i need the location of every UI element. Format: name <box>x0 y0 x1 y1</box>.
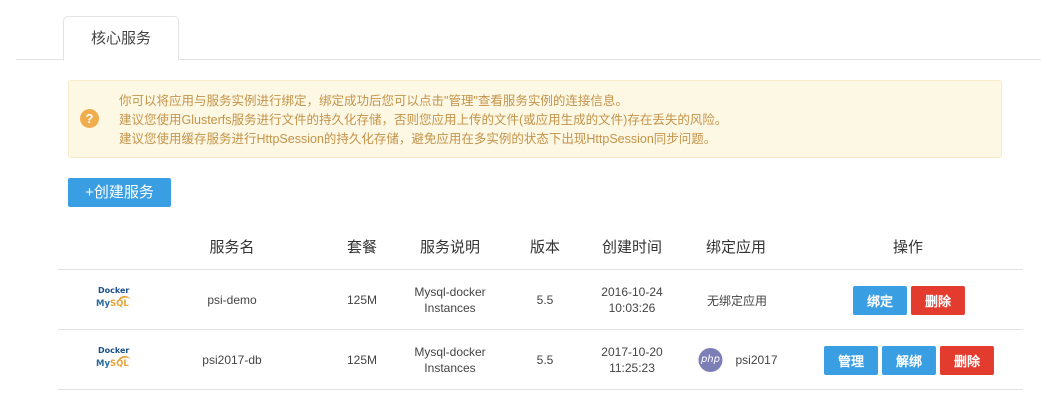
service-version: 5.5 <box>536 293 554 307</box>
service-created-time: 2017-10-20 11:25:23 <box>601 345 663 375</box>
docker-mysql-logo: Docker MySQL <box>93 284 135 316</box>
docker-mysql-logo: Docker MySQL <box>93 344 135 376</box>
service-plan: 125M <box>346 293 378 307</box>
notice-line-1: 你可以将应用与服务实例进行绑定，绑定成功后您可以点击"管理"查看服务实例的连接信… <box>119 94 628 108</box>
table-row: Docker MySQL psi2017-db 125M Mysql-docke… <box>58 330 1023 390</box>
create-service-button[interactable]: +创建服务 <box>68 178 171 207</box>
notice-line-3: 建议您使用缓存服务进行HttpSession的持久化存储，避免应用在多实例的状态… <box>119 132 717 146</box>
question-circle-icon: ? <box>80 109 99 128</box>
delete-button[interactable]: 删除 <box>911 285 966 315</box>
row-actions: 管理 解绑 删除 <box>822 330 996 390</box>
service-name: psi2017-db <box>202 353 262 367</box>
table-header: 服务名 套餐 服务说明 版本 创建时间 绑定应用 操作 <box>58 229 1023 270</box>
manage-button[interactable]: 管理 <box>823 345 878 375</box>
header-bound-app: 绑定应用 <box>705 239 767 256</box>
service-name: psi-demo <box>207 293 257 307</box>
header-version: 版本 <box>529 239 561 256</box>
header-plan: 套餐 <box>346 239 378 256</box>
bound-app[interactable]: php psi2017 <box>698 330 778 390</box>
php-icon: php <box>698 348 723 372</box>
tab-core-services[interactable]: 核心服务 <box>63 16 179 61</box>
service-plan: 125M <box>346 353 378 367</box>
bound-app-name: psi2017 <box>735 353 778 367</box>
row-actions: 绑定 删除 <box>851 270 967 330</box>
unbind-button[interactable]: 解绑 <box>881 345 937 375</box>
service-description: Mysql-docker Instances <box>414 345 486 375</box>
service-created-time: 2016-10-24 10:03:26 <box>601 285 663 315</box>
service-version: 5.5 <box>536 353 554 367</box>
services-table: 服务名 套餐 服务说明 版本 创建时间 绑定应用 操作 Docker MySQL… <box>58 229 1023 390</box>
table-row: Docker MySQL psi-demo 125M Mysql-docker I… <box>58 270 1023 330</box>
delete-button[interactable]: 删除 <box>940 345 995 375</box>
header-actions: 操作 <box>892 239 924 256</box>
bind-button[interactable]: 绑定 <box>852 285 907 315</box>
notice-line-2: 建议您使用Glusterfs服务进行文件的持久化存储，否则您应用上传的文件(或应… <box>119 113 728 127</box>
header-created-time: 创建时间 <box>601 239 663 256</box>
header-description: 服务说明 <box>419 239 481 256</box>
service-description: Mysql-docker Instances <box>414 285 486 315</box>
bound-app: 无绑定应用 <box>706 293 768 308</box>
tab-bar: 核心服务 <box>16 16 1041 61</box>
header-service-name: 服务名 <box>209 239 255 256</box>
notice-box: ? 你可以将应用与服务实例进行绑定，绑定成功后您可以点击"管理"查看服务实例的连… <box>68 80 1002 158</box>
